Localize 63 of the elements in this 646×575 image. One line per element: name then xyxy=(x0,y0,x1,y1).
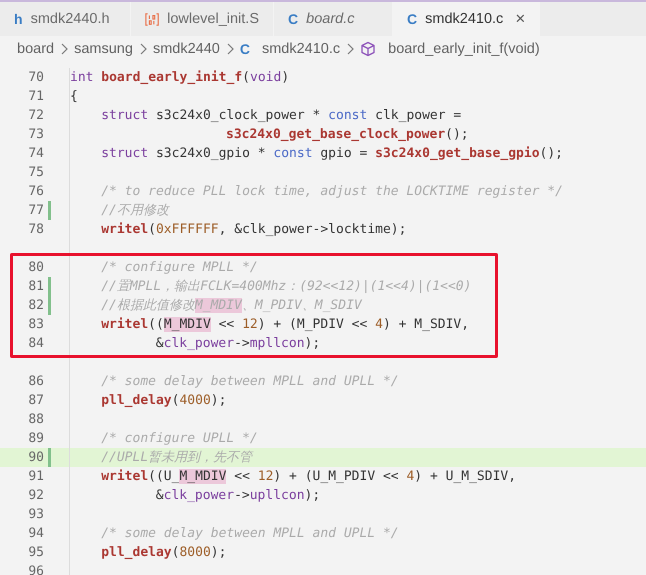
chevron-icon xyxy=(348,44,354,54)
code-line: pll_delay(4000); xyxy=(101,392,226,410)
line-number: 90 xyxy=(27,449,44,467)
cube-icon xyxy=(362,42,375,56)
line-number: 78 xyxy=(27,221,44,239)
line-number: 89 xyxy=(27,430,44,448)
chevron-icon xyxy=(227,44,234,54)
line-number: 93 xyxy=(27,506,44,524)
line-number: 86 xyxy=(27,373,44,391)
line-number: 84 xyxy=(27,335,44,353)
code-line: //不用修改 xyxy=(101,202,169,220)
code-line: writel(0xFFFFFF, &clk_power->locktime); xyxy=(101,221,406,239)
line-number: 72 xyxy=(27,107,44,125)
line-number: 94 xyxy=(27,525,44,543)
line-number: 87 xyxy=(27,392,44,410)
line-number: 95 xyxy=(27,544,44,562)
code-line: int board_early_init_f(void) xyxy=(70,69,290,87)
code-line: /* some delay between MPLL and UPLL */ xyxy=(101,525,399,543)
code-line: /* configure MPLL */ xyxy=(101,259,258,277)
line-number: 76 xyxy=(27,183,44,201)
file-type-icon: C xyxy=(407,11,418,27)
code-line: /* configure UPLL */ xyxy=(101,430,258,448)
code-line: //根据此值修改M_MDIV、M_PDIV、M_SDIV xyxy=(101,297,362,315)
breadcrumb-item[interactable]: board xyxy=(17,41,54,57)
code-line: /* some delay between MPLL and UPLL */ xyxy=(101,373,399,391)
line-number: 91 xyxy=(27,468,44,486)
line-number: 83 xyxy=(27,316,44,334)
code-line: &clk_power->upllcon); xyxy=(156,487,320,505)
code-line: /* to reduce PLL lock time, adjust the LOCKTIME register */ xyxy=(101,183,563,201)
breadcrumb-item[interactable]: smdk2440 xyxy=(152,41,220,57)
file-type-icon: C xyxy=(240,41,250,57)
code-line: &clk_power->mpllcon); xyxy=(156,335,320,353)
editor-tab[interactable]: C smdk2410.c × xyxy=(393,2,540,36)
line-number: 96 xyxy=(27,563,44,575)
breadcrumb-item[interactable]: smdk2410.c xyxy=(262,41,340,57)
line-number: 80 xyxy=(27,259,44,277)
file-type-icon: h xyxy=(14,11,23,27)
line-number: 92 xyxy=(27,487,44,505)
line-number: 70 xyxy=(27,69,44,87)
binary-file-icon xyxy=(145,12,159,26)
line-number: 88 xyxy=(27,411,44,429)
code-line: struct s3c24x0_gpio * const gpio = s3c24x0_get_base_gpio(); xyxy=(101,145,564,163)
code-line: //UPLL暂未用到，先不管 xyxy=(101,449,252,467)
line-number: 74 xyxy=(27,145,44,163)
chevron-icon xyxy=(140,44,147,54)
code-line: { xyxy=(70,88,78,106)
line-number: 82 xyxy=(27,297,44,315)
file-type-icon: C xyxy=(288,11,298,27)
code-line: pll_delay(8000); xyxy=(101,544,226,562)
line-number: 71 xyxy=(27,88,44,106)
chevron-icon xyxy=(62,44,68,54)
code-line: writel((M_MDIV << 12) + (M_PDIV << 4) + M_SDIV, xyxy=(101,316,470,334)
line-number: 81 xyxy=(27,278,44,296)
close-icon[interactable]: × xyxy=(515,9,526,29)
code-line: s3c24x0_get_base_clock_power(); xyxy=(226,126,469,144)
line-number: 73 xyxy=(27,126,44,144)
code-line: struct s3c24x0_clock_power * const clk_power = xyxy=(101,107,462,125)
line-number: 77 xyxy=(27,202,44,220)
line-number: 75 xyxy=(27,164,44,182)
breadcrumb-item[interactable]: board_early_init_f(void) xyxy=(388,41,540,57)
code-line: //置MPLL，输出FCLK=400Mhz：(92<<12)|(1<<4)|(1<<0) xyxy=(101,278,472,296)
breadcrumb-item[interactable]: samsung xyxy=(74,41,133,57)
code-line: writel((U_M_MDIV << 12) + (U_M_PDIV << 4) + U_M_SDIV, xyxy=(101,468,516,486)
